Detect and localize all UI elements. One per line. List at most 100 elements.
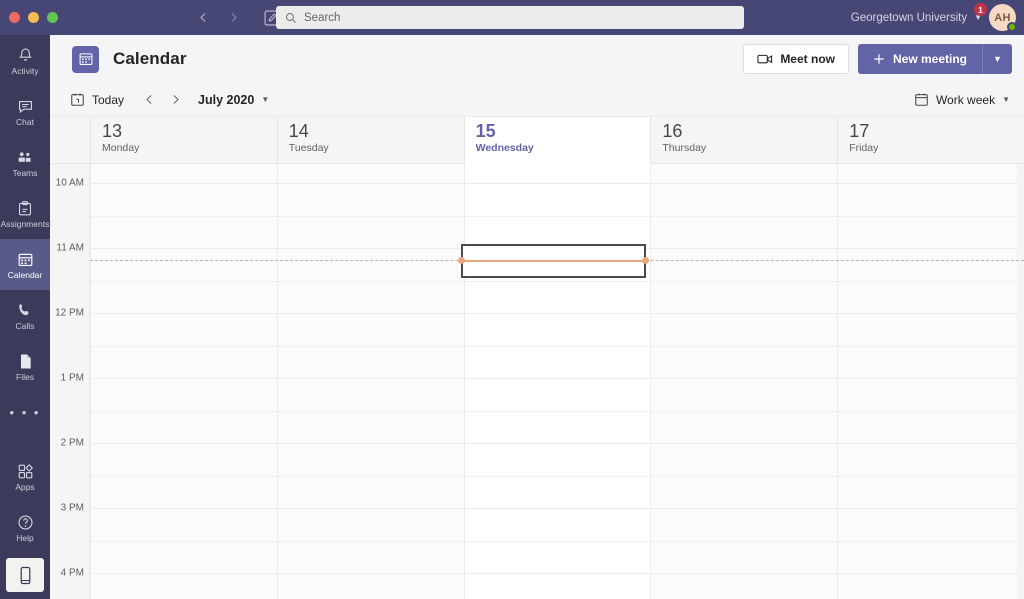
calendar-grid[interactable]: 10 AM 11 AM 12 PM 1 PM 2 PM 3 PM 4 PM (50, 164, 1024, 599)
day-column-tuesday[interactable] (276, 164, 464, 599)
sidebar-item-help[interactable]: Help (0, 502, 50, 553)
avatar[interactable]: AH (989, 4, 1017, 32)
sidebar-item-teams[interactable]: Teams (0, 137, 50, 188)
time-gutter: 10 AM 11 AM 12 PM 1 PM 2 PM 3 PM 4 PM (50, 164, 90, 599)
calendar-scrollbar[interactable] (1017, 164, 1024, 599)
hour-gridline (277, 573, 464, 574)
day-column-monday[interactable] (90, 164, 277, 599)
day-number: 15 (475, 121, 496, 141)
hour-gridline (91, 248, 277, 249)
week-nav-arrows (136, 87, 188, 113)
view-picker[interactable]: Work week ▼ (914, 92, 1010, 107)
header-actions: Meet now New meeting ▼ (743, 44, 1012, 74)
hour-gridline (91, 313, 277, 314)
half-hour-gridline (464, 345, 651, 347)
day-column-friday[interactable] (837, 164, 1024, 599)
hour-gridline (277, 443, 464, 444)
half-hour-gridline (651, 475, 838, 477)
search-input[interactable]: Search (304, 12, 340, 24)
today-button[interactable]: Today (70, 92, 124, 107)
sidebar-item-chat[interactable]: Chat (0, 86, 50, 137)
time-label: 4 PM (60, 567, 84, 579)
new-meeting-split-button: New meeting ▼ (857, 44, 1012, 74)
view-label: Work week (935, 92, 996, 107)
day-header-thursday[interactable]: 16 Thursday (650, 117, 837, 164)
sidebar-item-activity[interactable]: Activity (0, 35, 50, 86)
day-name: Tuesday (288, 141, 329, 154)
half-hour-gridline (651, 215, 838, 217)
time-label: 12 PM (55, 307, 84, 319)
hour-gridline (651, 313, 838, 314)
timezone-gutter-header (50, 117, 90, 164)
search-bar[interactable]: Search (276, 6, 744, 29)
page-title: Calendar (113, 49, 187, 68)
new-meeting-dropdown-chevron-down-icon[interactable]: ▼ (982, 44, 1012, 74)
half-hour-gridline (91, 345, 277, 347)
back-arrow-icon[interactable] (190, 5, 216, 31)
hour-gridline (277, 313, 464, 314)
sidebar-item-apps[interactable]: Apps (0, 451, 50, 502)
half-hour-gridline (651, 540, 838, 542)
hour-gridline (91, 378, 277, 379)
sidebar-item-label: Calendar (7, 270, 43, 281)
rail-bottom-group: Apps Help (0, 451, 50, 599)
plus-icon (873, 53, 885, 65)
time-label: 10 AM (55, 177, 84, 189)
day-number: 13 (102, 121, 123, 141)
sidebar-item-label: Chat (16, 117, 34, 128)
new-meeting-button[interactable]: New meeting (857, 44, 982, 74)
day-header-wednesday[interactable]: 15 Wednesday (463, 117, 651, 164)
sidebar-item-label: Apps (15, 482, 35, 493)
half-hour-gridline (464, 215, 651, 217)
half-hour-gridline (91, 280, 277, 282)
title-bar: Search Georgetown University ▼ AH 1 (0, 0, 1024, 35)
close-window-button[interactable] (9, 12, 20, 23)
forward-arrow-icon[interactable] (220, 5, 246, 31)
day-header-tuesday[interactable]: 14 Tuesday (276, 117, 464, 164)
hour-gridline (464, 378, 651, 379)
chevron-down-icon: ▼ (1002, 95, 1010, 104)
meet-now-label: Meet now (780, 52, 835, 66)
calendar-icon (17, 249, 34, 269)
sidebar-item-files[interactable]: Files (0, 341, 50, 392)
notification-badge[interactable]: 1 (974, 3, 987, 16)
half-hour-gridline (277, 540, 464, 542)
sidebar-item-label: Files (16, 372, 34, 383)
hour-gridline (838, 573, 1024, 574)
half-hour-gridline (91, 410, 277, 412)
half-hour-gridline (838, 215, 1024, 217)
hour-gridline (464, 183, 651, 184)
day-name: Wednesday (475, 141, 534, 154)
meet-now-button[interactable]: Meet now (743, 44, 849, 74)
download-mobile-app-button[interactable] (6, 558, 44, 592)
half-hour-gridline (91, 215, 277, 217)
hour-gridline (277, 183, 464, 184)
day-name: Monday (102, 141, 140, 154)
teams-window: Search Georgetown University ▼ AH 1 Acti… (0, 0, 1024, 599)
day-header-monday[interactable]: 13 Monday (90, 117, 277, 164)
day-name: Thursday (662, 141, 707, 154)
hour-gridline (464, 443, 651, 444)
maximize-window-button[interactable] (47, 12, 58, 23)
next-week-button[interactable] (162, 87, 188, 113)
day-header-friday[interactable]: 17 Friday (837, 117, 1024, 164)
hour-gridline (91, 183, 277, 184)
chevron-down-icon: ▼ (261, 95, 270, 104)
minimize-window-button[interactable] (28, 12, 39, 23)
sidebar-item-calls[interactable]: Calls (0, 290, 50, 341)
day-column-wednesday[interactable] (463, 164, 651, 599)
window-controls (0, 12, 58, 23)
period-picker[interactable]: July 2020 ▼ (198, 93, 269, 107)
calendar-app-icon (72, 45, 99, 73)
sidebar-item-calendar[interactable]: Calendar (0, 239, 50, 290)
sidebar-item-label: Teams (12, 168, 38, 179)
day-column-thursday[interactable] (650, 164, 838, 599)
half-hour-gridline (91, 475, 277, 477)
previous-week-button[interactable] (136, 87, 162, 113)
org-name[interactable]: Georgetown University (851, 12, 967, 24)
day-headers: 13 Monday 14 Tuesday 15 Wednesday 16 Thursday 17… (50, 117, 1024, 164)
half-hour-gridline (464, 475, 651, 477)
search-icon (285, 12, 297, 24)
sidebar-more-apps-button[interactable]: • • • (0, 392, 50, 432)
sidebar-item-assignments[interactable]: Assignments (0, 188, 50, 239)
